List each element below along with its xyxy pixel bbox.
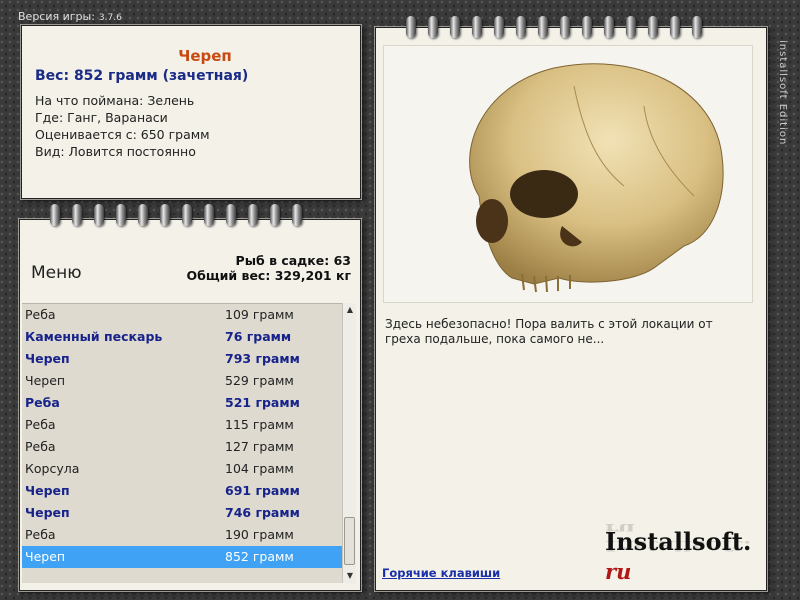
catch-list-row[interactable]: Череп 852 грамм (22, 546, 344, 568)
notebook-spiral-right (406, 16, 714, 38)
catch-list-row[interactable]: Реба 127 грамм (22, 436, 344, 458)
catch-fish-name: Череп (25, 373, 66, 388)
catch-fish-weight: 529 грамм (225, 373, 294, 388)
catch-fish-name: Реба (25, 527, 56, 542)
catch-fish-name: Череп (25, 549, 66, 564)
spiral-ring-icon (182, 204, 192, 226)
spiral-ring-icon (692, 16, 702, 38)
spiral-ring-icon (160, 204, 170, 226)
catch-fish-weight: 793 грамм (225, 351, 300, 366)
skull-photo (469, 63, 724, 293)
catch-fish-weight: 109 грамм (225, 307, 294, 322)
spiral-ring-icon (604, 16, 614, 38)
catch-fish-weight: 104 грамм (225, 461, 294, 476)
hotkeys-link[interactable]: Горячие клавиши (382, 566, 500, 580)
catch-stats: Рыб в садке: 63 Общий вес: 329,201 кг (187, 253, 352, 283)
catch-list-row[interactable]: Каменный пескарь 76 грамм (22, 326, 344, 348)
spiral-ring-icon (428, 16, 438, 38)
catch-list-row[interactable]: Череп 529 грамм (22, 370, 344, 392)
catch-fish-weight: 76 грамм (225, 329, 292, 344)
spiral-ring-icon (450, 16, 460, 38)
fish-location: Где: Ганг, Варанаси (35, 110, 168, 125)
spiral-ring-icon (670, 16, 680, 38)
catch-list-row[interactable]: Корсула 104 грамм (22, 458, 344, 480)
spiral-ring-icon (94, 204, 104, 226)
catch-list-row[interactable]: Череп 746 грамм (22, 502, 344, 524)
spiral-ring-icon (138, 204, 148, 226)
spiral-ring-icon (116, 204, 126, 226)
spiral-ring-icon (472, 16, 482, 38)
fish-title: Череп (178, 47, 232, 65)
catch-fish-name: Череп (25, 351, 70, 366)
spiral-ring-icon (538, 16, 548, 38)
catch-photo (383, 45, 753, 303)
spiral-ring-icon (72, 204, 82, 226)
notebook-spiral-left (50, 204, 314, 226)
version-number: 3.7.6 (98, 13, 122, 23)
spiral-ring-icon (626, 16, 636, 38)
scrollbar-thumb[interactable] (344, 517, 355, 565)
brand-tld: ru (605, 559, 632, 584)
menu-button[interactable]: Меню (31, 263, 82, 283)
spiral-ring-icon (270, 204, 280, 226)
catch-fish-name: Череп (25, 505, 70, 520)
catch-list-row[interactable]: Реба 190 грамм (22, 524, 344, 546)
catch-fish-weight: 746 грамм (225, 505, 300, 520)
spiral-ring-icon (248, 204, 258, 226)
spiral-ring-icon (292, 204, 302, 226)
catch-notebook: Меню Рыб в садке: 63 Общий вес: 329,201 … (18, 218, 362, 592)
catch-fish-weight: 521 грамм (225, 395, 300, 410)
catch-list-row[interactable]: Череп 793 грамм (22, 348, 344, 370)
fish-count: Рыб в садке: 63 (235, 253, 351, 268)
total-weight: Общий вес: 329,201 кг (186, 268, 352, 283)
spiral-ring-icon (582, 16, 592, 38)
catch-fish-name: Реба (25, 417, 56, 432)
fish-weight: Вес: 852 грамм (зачетная) (35, 68, 249, 84)
spiral-ring-icon (50, 204, 60, 226)
spiral-ring-icon (516, 16, 526, 38)
fish-bait: На что поймана: Зелень (35, 93, 195, 108)
catch-fish-weight: 127 грамм (225, 439, 294, 454)
location-message: Здесь небезопасно! Пора валить с этой ло… (385, 317, 713, 346)
location-page: Здесь небезопасно! Пора валить с этой ло… (374, 26, 768, 592)
catch-list[interactable]: Реба 109 грамм Каменный пескарь 76 грамм Чер… (22, 303, 344, 583)
spiral-ring-icon (406, 16, 416, 38)
fish-kind: Вид: Ловится постоянно (35, 144, 196, 159)
catch-fish-weight: 691 грамм (225, 483, 300, 498)
catch-fish-weight: 115 грамм (225, 417, 294, 432)
catch-fish-name: Каменный пескарь (25, 329, 163, 344)
catch-list-row[interactable]: Реба 109 грамм (22, 304, 344, 326)
catch-list-scrollbar[interactable]: ▲ ▼ (342, 303, 356, 583)
spiral-ring-icon (494, 16, 504, 38)
arrow-up-icon[interactable]: ▲ (343, 303, 357, 317)
catch-fish-name: Реба (25, 439, 56, 454)
catch-list-row[interactable]: Реба 115 грамм (22, 414, 344, 436)
catch-list-row[interactable]: Череп 691 грамм (22, 480, 344, 502)
catch-fish-weight: 852 грамм (225, 549, 294, 564)
catch-list-row[interactable]: Реба 521 грамм (22, 392, 344, 414)
catch-fish-name: Корсула (25, 461, 80, 476)
arrow-down-icon[interactable]: ▼ (343, 569, 357, 583)
fish-info-card: Череп Вес: 852 грамм (зачетная) На что п… (20, 24, 362, 200)
spiral-ring-icon (204, 204, 214, 226)
catch-fish-name: Реба (25, 395, 60, 410)
sidebar-edition-text: installsoft Edition (777, 40, 788, 146)
game-version: Версия игры: 3.7.6 (18, 10, 122, 23)
version-label: Версия игры: (18, 10, 95, 23)
catch-fish-name: Череп (25, 483, 70, 498)
spiral-ring-icon (226, 204, 236, 226)
spiral-ring-icon (648, 16, 658, 38)
catch-fish-name: Реба (25, 307, 56, 322)
catch-fish-weight: 190 грамм (225, 527, 294, 542)
spiral-ring-icon (560, 16, 570, 38)
fish-value: Оценивается с: 650 грамм (35, 127, 210, 142)
installsoft-logo-reflection: Installsoft. ru (605, 520, 752, 555)
